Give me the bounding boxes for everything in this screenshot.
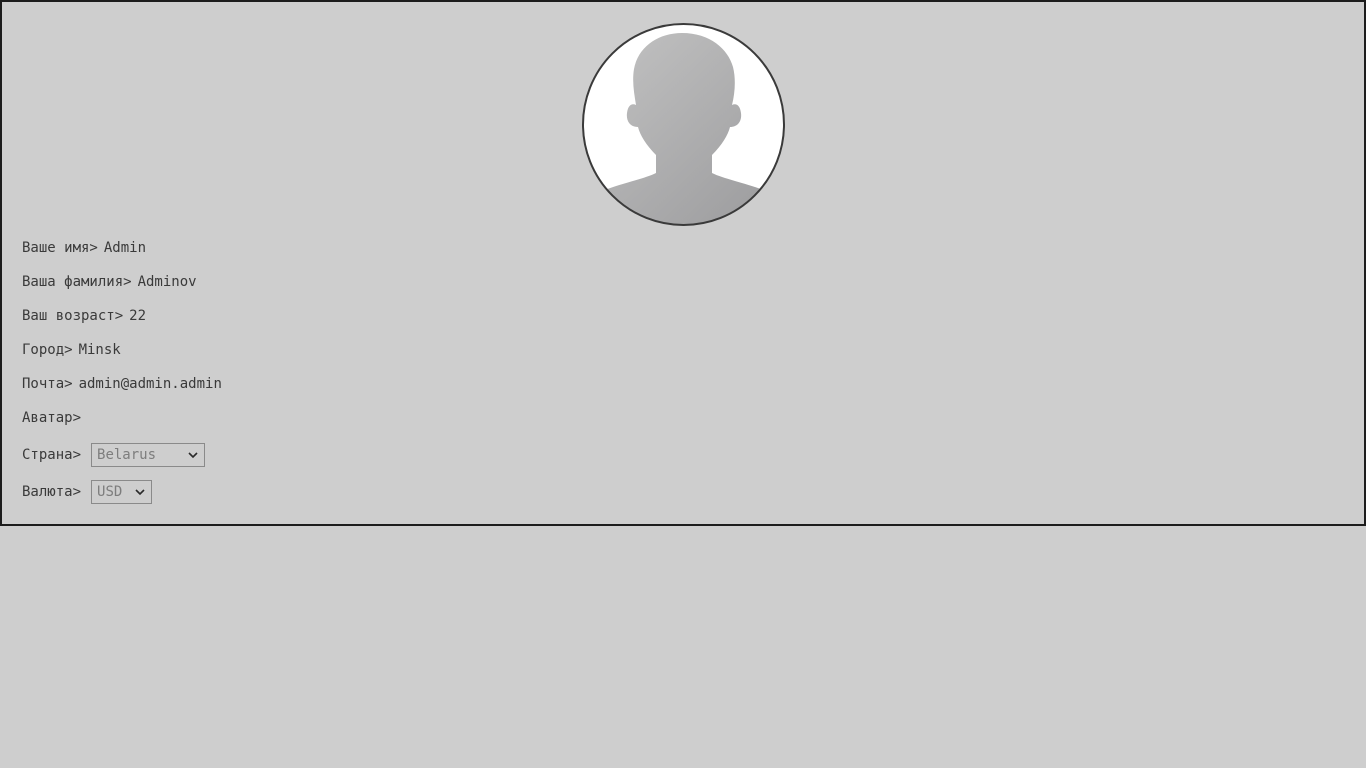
country-select[interactable]: Belarus [91,443,206,467]
currency-select[interactable]: USD [91,480,153,504]
avatar-label: Аватар> [22,410,82,426]
last-name-value: Adminov [137,274,197,290]
email-value: admin@admin.admin [78,376,222,392]
first-name-value: Admin [103,240,147,256]
age-row: Ваш возраст> 22 [22,306,222,326]
email-row: Почта> admin@admin.admin [22,374,222,394]
city-value: Minsk [78,342,121,358]
chevron-down-icon [188,452,198,459]
avatar [582,23,785,226]
user-silhouette-icon [582,23,785,226]
last-name-row: Ваша фамилия> Adminov [22,272,222,292]
currency-label: Валюта> [22,484,82,500]
city-label: Город> [22,342,73,358]
chevron-down-icon [135,489,145,496]
country-label: Страна> [22,447,82,463]
country-row: Страна> Belarus [22,442,222,468]
email-label: Почта> [22,376,73,392]
first-name-row: Ваше имя> Admin [22,238,222,258]
first-name-label: Ваше имя> [22,240,98,256]
age-value: 22 [129,308,147,324]
avatar-row: Аватар> [22,408,222,428]
currency-selected-value: USD [97,484,123,500]
country-selected-value: Belarus [97,447,157,463]
currency-row: Валюта> USD [22,479,222,505]
city-row: Город> Minsk [22,340,222,360]
last-name-label: Ваша фамилия> [22,274,132,290]
age-label: Ваш возраст> [22,308,124,324]
profile-fields: Ваше имя> Admin Ваша фамилия> Adminov Ваш … [22,238,222,516]
profile-panel: Ваше имя> Admin Ваша фамилия> Adminov Ваш … [0,0,1366,526]
